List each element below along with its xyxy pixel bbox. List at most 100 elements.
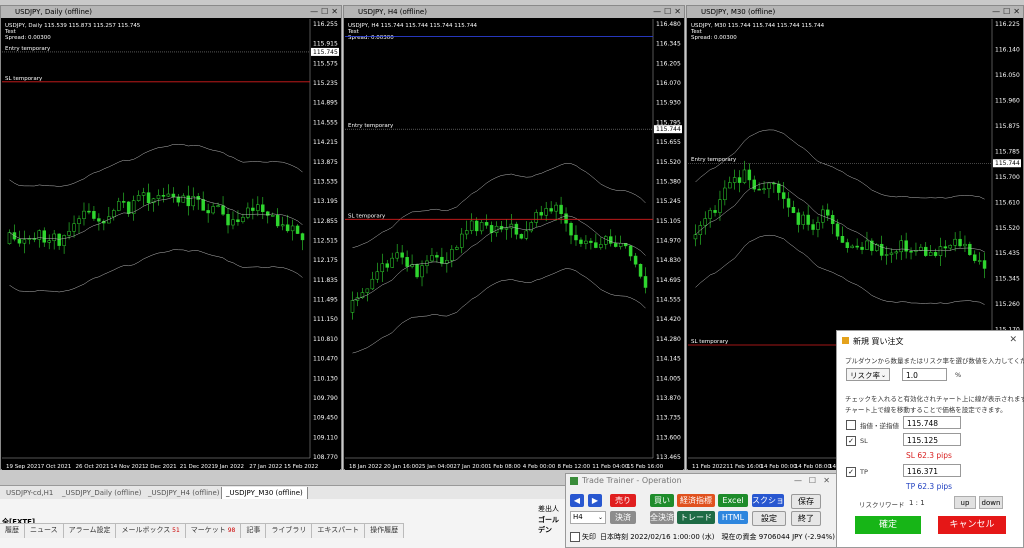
minimize-icon[interactable]: — [794,474,802,488]
up-button[interactable]: up [954,496,976,509]
trade-button-row1-3[interactable]: Excel [718,494,748,507]
trade-button-row2-0[interactable]: 決済 [610,511,636,524]
price-tick-label: 111.835 [313,277,338,284]
maximize-icon[interactable]: ☐ [664,7,671,17]
chart-window-daily[interactable]: USDJPY, Daily (offline) — ☐ ✕ 116.255 115.9… [0,5,342,470]
terminal-tab[interactable]: ライブラリ [266,524,313,538]
price-tick-label: 115.345 [995,276,1020,283]
window-controls[interactable]: — ☐ ✕ [310,7,338,17]
candle-body [430,255,434,262]
date-tick-label: 11 Feb 2022 [692,464,726,470]
tab-usdjpy-h4[interactable]: _USDJPY_H4 (offline) [148,487,220,499]
trade-button-row2-3[interactable]: HTML [718,511,748,524]
chart-area-h4[interactable]: 116.480 116.345 116.205 116.070 115.930 115.7… [345,19,683,470]
candle-body [777,183,781,193]
chart-title-m30: USDJPY, M30 (offline) [687,6,1023,18]
candle-body [171,193,176,198]
candle-body [464,230,469,235]
minimize-icon[interactable]: — [653,7,661,17]
price-tick-label: 109.450 [313,415,338,422]
terminal-tab[interactable]: マーケット 98 [186,524,242,538]
trade-button-row1-0[interactable]: 売り [610,494,636,507]
timeframe-value: H4 [573,513,583,521]
price-tick-label: 116.255 [313,21,338,28]
arrow-checkbox[interactable] [570,532,580,542]
candle-body [968,243,972,255]
candle-body [186,195,191,207]
candle-body [37,230,42,240]
trade-button-row2-1[interactable]: 全決済 [650,511,674,524]
maximize-icon[interactable]: ☐ [321,7,328,17]
terminal-tab[interactable]: エキスパート [312,524,366,538]
candlestick-chart[interactable]: 116.255 115.915 115.575 115.235 114.895 114.5… [2,19,340,470]
candle-body [855,245,859,248]
terminal-tab[interactable]: アラーム設定 [64,524,117,538]
confirm-button[interactable]: 確定 [855,516,921,534]
terminal-tab[interactable]: 履歴 [0,524,25,538]
close-icon[interactable]: ✕ [674,7,681,17]
tab-usdjpy-cd-h1[interactable]: USDJPY-cd,H1 [6,487,53,499]
trade-button-row2-2[interactable]: トレード [677,511,715,524]
trade-button-row2-4[interactable]: 設定 [752,511,786,526]
close-icon[interactable]: ✕ [1009,335,1017,345]
window-controls[interactable]: — ☐ ✕ [992,7,1020,17]
trade-button-row1-5[interactable]: 保存 [791,494,821,509]
minimize-icon[interactable]: — [992,7,1000,17]
arrow-label: 矢印 [582,533,596,541]
close-icon[interactable]: ✕ [1013,7,1020,17]
date-tick-label: 15 Feb 16:00 [627,464,664,470]
candle-body [285,224,290,232]
candle-body [350,300,355,313]
minimize-icon[interactable]: — [310,7,318,17]
sl-input[interactable]: 115.125 [903,433,961,446]
trade-trainer-title: Trade Trainer - Operation — ☐ ✕ [566,474,836,488]
tp-input[interactable]: 116.371 [903,464,961,477]
candle-body [594,242,598,248]
maximize-icon[interactable]: ☐ [809,474,816,488]
prev-bar-button[interactable]: ◀ [570,494,584,507]
terminal-tab[interactable]: 記事 [241,524,267,538]
candle-body [752,179,756,190]
limit-input[interactable]: 115.748 [903,416,961,429]
cancel-button[interactable]: キャンセル [938,516,1006,534]
candlestick-chart[interactable]: 116.480 116.345 116.205 116.070 115.930 115.7… [345,19,683,470]
candle-body [781,192,786,199]
next-bar-button[interactable]: ▶ [588,494,602,507]
timeframe-select[interactable]: H4 ⌄ [570,511,606,524]
price-tick-label: 111.495 [313,297,338,304]
app-icon [570,477,578,485]
close-icon[interactable]: ✕ [331,7,338,17]
price-tick-label: 116.070 [656,80,681,87]
tp-checkbox[interactable]: ✓ [846,467,856,477]
chart-area-daily[interactable]: 116.255 115.915 115.575 115.235 114.895 114.5… [2,19,340,470]
candle-body [534,212,538,223]
trade-button-row2-5[interactable]: 終了 [791,511,821,526]
date-tick-label: 11 Feb 16:00 [726,464,763,470]
sl-checkbox[interactable]: ✓ [846,436,856,446]
window-controls[interactable]: — ☐ ✕ [653,7,681,17]
trade-trainer-panel: Trade Trainer - Operation — ☐ ✕ ◀ ▶ 売り 買い… [565,473,837,548]
close-icon[interactable]: ✕ [823,474,830,488]
price-tick-label: 115.245 [656,198,681,205]
limit-checkbox[interactable] [846,420,856,430]
chart-window-h4[interactable]: USDJPY, H4 (offline) — ☐ ✕ 116.480 116.345 1… [343,5,685,470]
terminal-tab-label: アラーム設定 [68,526,111,534]
down-button[interactable]: down [979,496,1003,509]
candle-body [826,209,830,216]
price-tick-label: 116.140 [995,46,1020,53]
tab-usdjpy-daily[interactable]: _USDJPY_Daily (offline) [62,487,142,499]
terminal-tab[interactable]: ニュース [25,524,64,538]
price-tick-label: 114.970 [656,238,681,245]
candle-body [450,249,454,261]
mode-select[interactable]: リスク率 ⌄ [846,368,890,381]
terminal-tab[interactable]: メールボックス 51 [116,524,186,538]
trade-button-row1-4[interactable]: スクショ [752,494,784,507]
trade-button-row1-1[interactable]: 買い [650,494,674,507]
candle-body [290,225,295,232]
maximize-icon[interactable]: ☐ [1003,7,1010,17]
price-tick-label: 109.790 [313,395,338,402]
risk-input[interactable]: 1.0 [902,368,947,381]
terminal-tab[interactable]: 操作履歴 [365,524,405,538]
trade-button-row1-2[interactable]: 経済指標 [677,494,715,507]
price-tick-label: 115.610 [995,199,1020,206]
